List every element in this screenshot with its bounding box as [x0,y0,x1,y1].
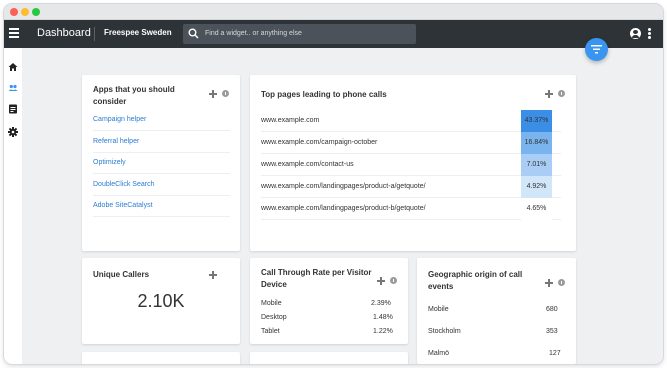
device-rate: 1.22% [373,328,393,335]
document-icon[interactable] [8,104,18,114]
filter-icon [591,45,602,54]
people-icon[interactable] [8,83,18,93]
app-link[interactable]: Campaign helper [93,109,230,131]
card-title: Call Through Rate per Visitor Device [261,268,372,289]
page-percent: 4.65% [521,198,552,220]
page-row[interactable]: www.example.com/landingpages/product-b/g… [261,198,561,220]
add-icon[interactable] [209,271,217,279]
page-row[interactable]: www.example.com/landingpages/product-a/g… [261,176,561,198]
page-row[interactable]: www.example.com 43.37% [261,110,561,132]
page-title: Dashboard [37,27,91,39]
device-label: Tablet [261,328,280,335]
location-label: Stockholm [428,328,461,335]
unique-callers-value: 2.10K [137,291,185,311]
sidebar [4,48,22,364]
add-icon[interactable] [545,90,553,98]
app-link[interactable]: Adobe SiteCatalyst [93,195,230,217]
card-title: Geographic origin of call events [428,270,523,291]
card-title: Top pages leading to phone calls [261,90,387,99]
page-url: www.example.com/landingpages/product-a/g… [261,183,426,190]
home-icon[interactable] [8,62,18,72]
add-icon[interactable] [545,279,553,287]
partial-card [82,352,240,364]
add-icon[interactable] [377,277,385,285]
device-rate: 1.48% [373,314,393,321]
user-account-icon[interactable] [630,28,641,39]
page-percent: 16.84% [521,132,552,154]
page-url: www.example.com/campaign-october [261,139,378,146]
device-rate: 2.39% [371,300,391,307]
maximize-window-button[interactable] [32,8,40,16]
window-titlebar [4,4,663,20]
info-icon[interactable] [222,90,229,97]
more-options-icon[interactable] [648,28,651,40]
account-name[interactable]: Freespee Sweden [104,28,172,37]
app-window: Dashboard Freespee Sweden Find a widget.… [4,4,663,364]
geographic-origin-card: Geographic origin of call events Mobile … [417,258,576,364]
search-input[interactable]: Find a widget.. or anything else [183,24,416,44]
app-link[interactable]: DoubleClick Search [93,174,230,196]
page-row[interactable]: www.example.com/contact-us 7.01% [261,154,561,176]
gear-icon[interactable] [8,127,18,137]
app-link[interactable]: Referral helper [93,131,230,153]
apps-card: Apps that you should consider Campaign h… [82,75,240,251]
page-url: www.example.com/landingpages/product-b/g… [261,205,426,212]
page-url: www.example.com/contact-us [261,161,354,168]
location-count: 353 [546,328,558,335]
page-url: www.example.com [261,117,320,124]
card-title: Apps that you should consider [93,85,175,106]
page-row[interactable]: www.example.com/campaign-october 16.84% [261,132,561,154]
call-through-rate-card: Call Through Rate per Visitor Device Mob… [250,258,408,344]
info-icon[interactable] [390,277,397,284]
search-placeholder: Find a widget.. or anything else [205,30,302,37]
page-percent: 4.92% [521,176,552,198]
top-pages-card: Top pages leading to phone calls www.exa… [250,75,576,251]
top-navigation-bar: Dashboard Freespee Sweden Find a widget.… [4,20,663,48]
device-label: Desktop [261,314,287,321]
device-label: Mobile [261,300,282,307]
menu-icon[interactable] [9,28,19,40]
partial-card [250,352,408,364]
page-percent: 43.37% [521,110,552,132]
location-count: 127 [549,350,561,357]
info-icon[interactable] [558,90,565,97]
location-count: 680 [546,306,558,313]
divider [94,27,95,41]
info-icon[interactable] [558,279,565,286]
app-link[interactable]: Optimizely [93,152,230,174]
location-label: Mobile [428,306,449,313]
unique-callers-card: Unique Callers 2.10K [82,258,240,344]
minimize-window-button[interactable] [21,8,29,16]
page-percent: 7.01% [521,154,552,176]
close-window-button[interactable] [10,8,18,16]
card-title: Unique Callers [93,270,150,279]
location-label: Malmö [428,350,450,357]
filter-button[interactable] [585,38,608,61]
search-icon [188,28,199,39]
add-icon[interactable] [209,90,217,98]
